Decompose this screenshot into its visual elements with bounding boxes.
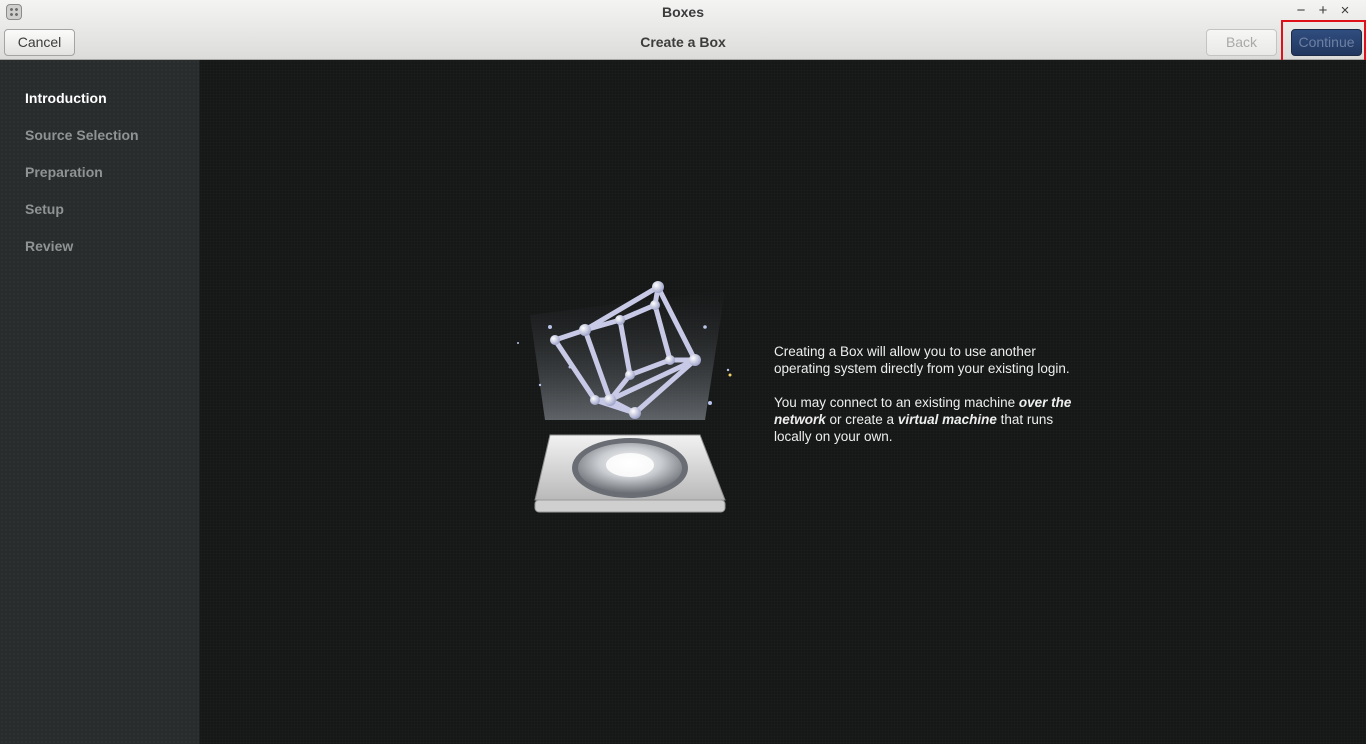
- sidebar: Introduction Source Selection Preparatio…: [0, 60, 200, 744]
- sidebar-item-setup[interactable]: Setup: [25, 201, 64, 217]
- intro-emphasis-virtual-machine: virtual machine: [897, 412, 997, 427]
- intro-text-segment: or create a: [825, 412, 898, 427]
- intro-paragraph-2: You may connect to an existing machine o…: [774, 394, 1074, 445]
- hypercube-projector-icon: [517, 281, 732, 513]
- intro-description: Creating a Box will allow you to use ano…: [774, 343, 1074, 462]
- title-bar: Boxes − + × Create a Box Cancel Back Con…: [0, 0, 1366, 60]
- close-icon[interactable]: ×: [1338, 2, 1352, 20]
- maximize-icon[interactable]: +: [1316, 2, 1330, 20]
- intro-text-segment: You may connect to an existing machine: [774, 395, 1019, 410]
- page-title: Create a Box: [640, 34, 726, 50]
- cancel-button[interactable]: Cancel: [4, 29, 75, 56]
- sidebar-item-preparation[interactable]: Preparation: [25, 164, 103, 180]
- back-button[interactable]: Back: [1206, 29, 1277, 56]
- sidebar-item-introduction[interactable]: Introduction: [25, 90, 107, 106]
- window-title: Boxes: [661, 4, 705, 20]
- intro-paragraph-1: Creating a Box will allow you to use ano…: [774, 344, 1070, 376]
- minimize-icon[interactable]: −: [1294, 2, 1308, 20]
- window-controls: − + ×: [1294, 2, 1352, 20]
- sidebar-item-review[interactable]: Review: [25, 238, 73, 254]
- sidebar-item-source-selection[interactable]: Source Selection: [25, 127, 139, 143]
